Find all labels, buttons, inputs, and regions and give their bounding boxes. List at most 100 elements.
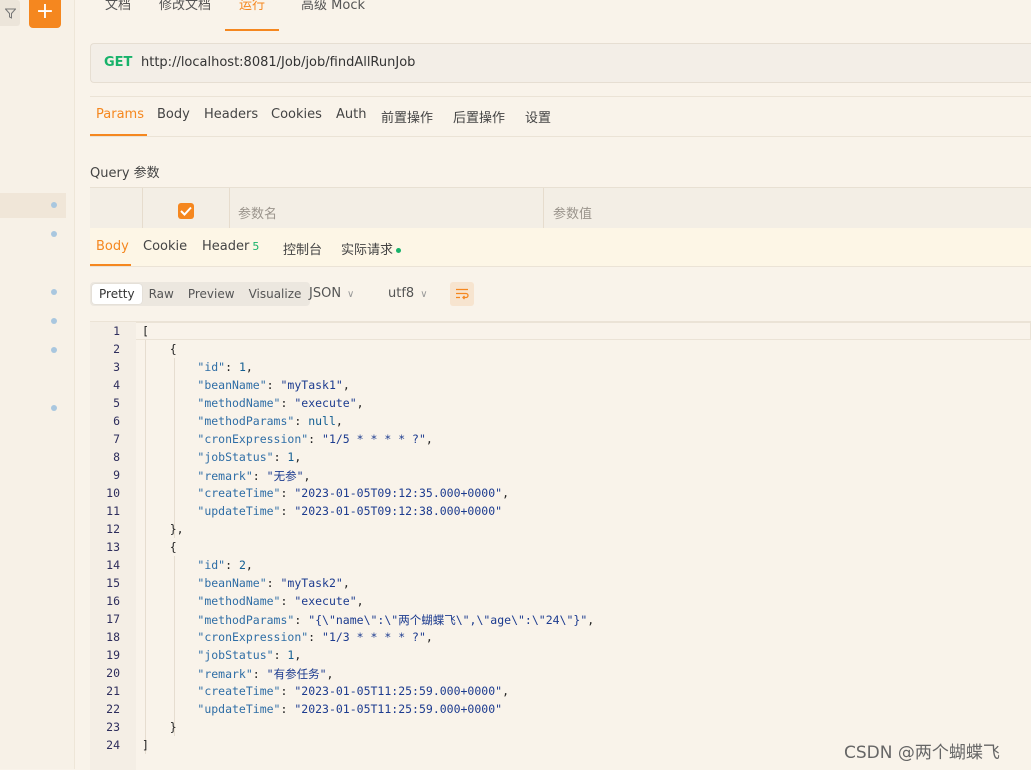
sidebar-item-dot (51, 202, 57, 208)
param-name-header: 参数名 (238, 207, 278, 222)
mode-pretty[interactable]: Pretty (92, 284, 142, 304)
tab-response-cookie[interactable]: Cookie (143, 239, 187, 254)
request-url-bar[interactable]: GET http://localhost:8081/Job/job/findAl… (90, 43, 1031, 83)
mode-raw[interactable]: Raw (142, 284, 181, 304)
tab-console[interactable]: 控制台 (283, 239, 322, 258)
code-line: "remark": "有参任务", (197, 667, 334, 681)
encoding-select[interactable]: utf8 ∨ (388, 286, 428, 301)
code-line: "createTime": "2023-01-05T09:12:35.000+0… (197, 486, 509, 500)
line-number: 13 (106, 540, 120, 554)
code-line: "cronExpression": "1/5 * * * * ?", (197, 432, 433, 446)
sidebar-item-dot (51, 347, 57, 353)
mode-visualize[interactable]: Visualize (242, 284, 309, 304)
tab-headers[interactable]: Headers (204, 107, 258, 122)
tab-docs[interactable]: 文档 (75, 0, 145, 31)
line-number: 12 (106, 522, 120, 536)
line-number: 10 (106, 486, 120, 500)
language-value: JSON (309, 286, 342, 301)
encoding-value: utf8 (388, 286, 415, 301)
tab-pre-processors[interactable]: 前置操作 (381, 107, 433, 126)
select-all-checkbox[interactable] (178, 203, 194, 219)
header-count-badge: 5 (252, 240, 260, 253)
sidebar: + (0, 0, 75, 769)
request-tabs: Params Body Headers Cookies Auth 前置操作 后置… (90, 96, 1031, 137)
add-button[interactable]: + (29, 0, 61, 28)
wrap-icon (456, 288, 469, 300)
active-tab-indicator (90, 134, 147, 136)
url-input[interactable]: http://localhost:8081/Job/job/findAllRun… (141, 55, 415, 70)
tab-settings[interactable]: 设置 (525, 107, 551, 126)
line-number: 6 (113, 414, 120, 428)
sidebar-item-dot (51, 405, 57, 411)
code-line: } (142, 720, 177, 734)
line-number: 1 (113, 324, 120, 338)
mode-preview[interactable]: Preview (181, 284, 242, 304)
filter-icon (4, 8, 16, 19)
active-line-highlight (136, 322, 1031, 340)
code-line: "updateTime": "2023-01-05T09:12:38.000+0… (197, 504, 503, 518)
response-tabs: Body Cookie Header 5 控制台 实际请求 (90, 228, 1031, 267)
status-dot (396, 248, 402, 253)
line-number: 5 (113, 396, 120, 410)
tab-auth[interactable]: Auth (336, 107, 366, 122)
code-line: "remark": "无参", (197, 469, 311, 483)
active-tab-indicator (90, 264, 131, 266)
sidebar-item-dot (51, 231, 57, 237)
chevron-down-icon: ∨ (420, 289, 428, 300)
code-line: "cronExpression": "1/3 * * * * ?", (197, 630, 433, 644)
line-number: 17 (106, 612, 120, 626)
main-panel: 文档 修改文档 运行 高级 Mock GET http://localhost:… (75, 0, 1031, 770)
code-line: "id": 2, (197, 558, 253, 572)
code-line: "jobStatus": 1, (197, 648, 302, 662)
line-number: 24 (106, 738, 120, 752)
tab-response-body[interactable]: Body (96, 239, 129, 254)
tab-params[interactable]: Params (96, 107, 144, 122)
sidebar-item-dot (51, 318, 57, 324)
tab-cookies[interactable]: Cookies (271, 107, 322, 122)
params-table-header: 参数名 参数值 (90, 187, 1031, 228)
code-line: [ (142, 324, 149, 338)
tab-response-header[interactable]: Header 5 (202, 239, 259, 254)
tab-body[interactable]: Body (157, 107, 190, 122)
language-select[interactable]: JSON ∨ (309, 286, 354, 301)
code-line: "beanName": "myTask2", (197, 576, 350, 590)
line-number: 20 (106, 666, 120, 680)
line-number: 11 (106, 504, 120, 518)
tab-post-processors[interactable]: 后置操作 (453, 107, 505, 126)
code-line: "methodParams": "{\"name\":\"两个蝴蝶飞\",\"a… (197, 613, 595, 627)
code-line: "createTime": "2023-01-05T11:25:59.000+0… (197, 684, 509, 698)
code-line: }, (142, 522, 184, 536)
line-number: 7 (113, 432, 120, 446)
line-number: 4 (113, 378, 120, 392)
code-line: { (142, 342, 177, 356)
line-number: 19 (106, 648, 120, 662)
doc-tabs: 文档 修改文档 运行 高级 Mock (75, 0, 379, 31)
code-line: "jobStatus": 1, (197, 450, 302, 464)
line-number: 18 (106, 630, 120, 644)
method-select[interactable]: GET (104, 55, 132, 70)
filter-button[interactable] (0, 0, 20, 26)
tab-actual-request[interactable]: 实际请求 (341, 239, 402, 258)
tab-run[interactable]: 运行 (225, 0, 280, 31)
tab-edit-docs[interactable]: 修改文档 (145, 0, 225, 31)
line-number: 3 (113, 360, 120, 374)
line-number: 15 (106, 576, 120, 590)
code-line: "updateTime": "2023-01-05T11:25:59.000+0… (197, 702, 503, 716)
tab-response-header-label: Header (202, 239, 250, 254)
code-line: "id": 1, (197, 360, 253, 374)
code-line: "beanName": "myTask1", (197, 378, 350, 392)
code-line: { (142, 540, 177, 554)
sidebar-item-dot (51, 289, 57, 295)
line-number: 2 (113, 342, 120, 356)
format-mode-segment: Pretty Raw Preview Visualize (90, 282, 311, 306)
line-number: 16 (106, 594, 120, 608)
response-body-viewer[interactable]: 1 [2 {3 "id": 1, 4 "beanName": "myTask1", 5… (90, 321, 1031, 770)
line-number: 22 (106, 702, 120, 716)
wrap-lines-button[interactable] (450, 282, 474, 306)
tab-advanced-mock[interactable]: 高级 Mock (279, 0, 379, 31)
code-line: "methodName": "execute", (197, 396, 364, 410)
code-line: ] (142, 738, 149, 752)
line-number: 23 (106, 720, 120, 734)
query-params-label: Query 参数 (90, 166, 160, 181)
line-number: 21 (106, 684, 120, 698)
